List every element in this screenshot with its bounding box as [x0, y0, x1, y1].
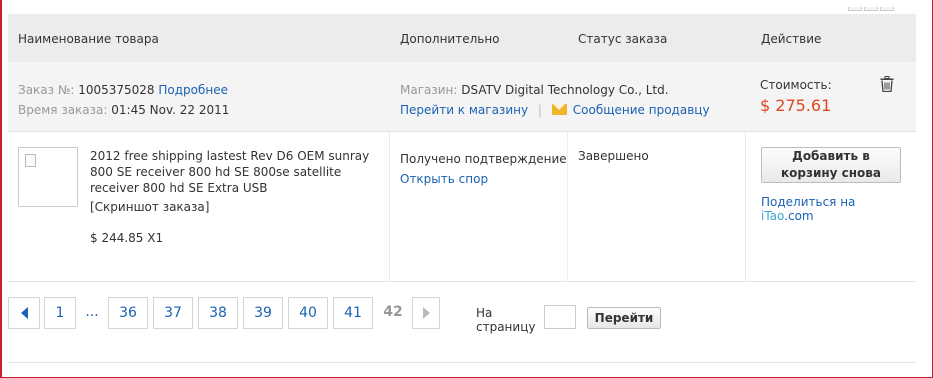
- next-page-button[interactable]: [412, 297, 440, 329]
- envelope-icon: [551, 104, 567, 115]
- orders-table-header: Наименование товара Дополнительно Статус…: [8, 14, 916, 62]
- cost-label: Стоимость:: [760, 78, 832, 92]
- page-link-41[interactable]: 41: [333, 297, 373, 329]
- page-link-36[interactable]: 36: [108, 297, 148, 329]
- column-divider: [567, 132, 568, 282]
- order-status: Завершено: [578, 149, 649, 163]
- goto-page-label: На страницу: [476, 306, 536, 334]
- store-label: Магазин:: [400, 83, 458, 97]
- header-action: Действие: [761, 32, 822, 46]
- store-info: Магазин: DSATV Digital Technology Co., L…: [400, 80, 710, 120]
- column-divider: [745, 132, 746, 282]
- order-header: Заказ №: 1005375028 Подробнее Время зака…: [8, 62, 916, 132]
- current-page: 42: [383, 304, 403, 320]
- item-actions: Добавить в корзину снова Поделиться на i…: [761, 147, 901, 223]
- message-seller-link[interactable]: Сообщение продавцу: [573, 103, 710, 117]
- product-title[interactable]: 2012 free shipping lastest Rev D6 OEM su…: [90, 148, 390, 196]
- chevron-right-icon: [422, 307, 430, 319]
- confirmation-status: Получено подтверждение Открыть спор: [400, 149, 567, 189]
- page-link-40[interactable]: 40: [288, 297, 328, 329]
- cost-value: $ 275.61: [760, 96, 832, 115]
- broken-image-icon: [25, 154, 36, 167]
- order-time-label: Время заказа:: [18, 103, 108, 117]
- order-number-label: Заказ №:: [18, 83, 75, 97]
- goto-page-input[interactable]: [544, 305, 576, 329]
- order-info: Заказ №: 1005375028 Подробнее Время зака…: [18, 80, 229, 120]
- go-to-store-link[interactable]: Перейти к магазину: [400, 103, 528, 117]
- header-extra: Дополнительно: [400, 32, 500, 46]
- store-name: DSATV Digital Technology Co., Ltd.: [461, 83, 669, 97]
- link-separator: |: [537, 103, 542, 117]
- page-link-1[interactable]: 1: [44, 297, 76, 329]
- bottom-divider: [8, 362, 916, 363]
- page-link-38[interactable]: 38: [198, 297, 238, 329]
- open-dispute-link[interactable]: Открыть спор: [400, 169, 567, 189]
- page-ellipsis: ...: [85, 304, 99, 320]
- goto-page-button[interactable]: Перейти: [587, 307, 661, 329]
- chevron-left-icon: [20, 307, 28, 319]
- product-thumbnail[interactable]: [18, 147, 78, 207]
- order-item-row: 2012 free shipping lastest Rev D6 OEM su…: [8, 132, 916, 282]
- page-link-37[interactable]: 37: [153, 297, 193, 329]
- item-price: $ 244.85 X1: [90, 231, 164, 245]
- share-itao-link[interactable]: Поделиться на iTao.com: [761, 195, 901, 223]
- header-status: Статус заказа: [578, 32, 668, 46]
- order-number: 1005375028: [78, 83, 155, 97]
- order-details-link[interactable]: Подробнее: [158, 83, 228, 97]
- share-site-name: iTao: [761, 209, 785, 223]
- add-to-cart-again-button[interactable]: Добавить в корзину снова: [761, 147, 901, 183]
- trash-icon[interactable]: [880, 76, 894, 92]
- order-cost: Стоимость: $ 275.61: [760, 78, 832, 115]
- share-suffix: .com: [784, 209, 814, 223]
- page-link-39[interactable]: 39: [243, 297, 283, 329]
- confirmation-text: Получено подтверждение: [400, 152, 567, 166]
- top-controls: [848, 0, 918, 11]
- order-snapshot-link[interactable]: [Скриншот заказа]: [90, 200, 209, 214]
- prev-page-button[interactable]: [8, 297, 40, 329]
- share-prefix: Поделиться на: [761, 195, 856, 209]
- order-time: 01:45 Nov. 22 2011: [111, 103, 230, 117]
- header-product: Наименование товара: [18, 32, 159, 46]
